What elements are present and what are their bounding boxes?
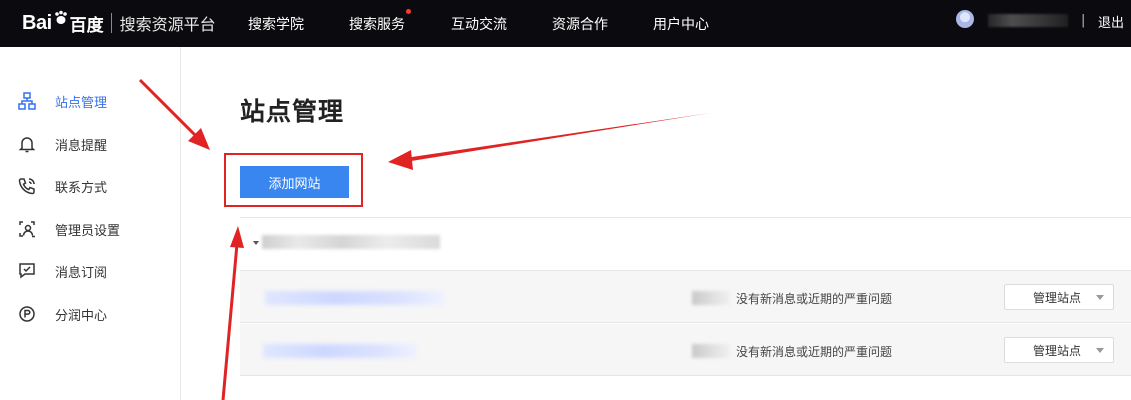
dropdown-label: 管理站点 [1033, 290, 1082, 305]
add-site-button[interactable]: 添加网站 [240, 166, 349, 198]
top-navigation-bar: Bai 百度 搜索资源平台 搜索学院 搜索服务 互动交流 资源合作 用户中心 |… [0, 0, 1131, 47]
site-url-redacted[interactable] [263, 344, 417, 358]
annotation-arrow-3 [221, 243, 239, 400]
logo-divider [110, 13, 112, 33]
sidebar-item-profit-center[interactable]: 分润中心 [16, 303, 107, 325]
site-group-name-redacted [262, 235, 440, 249]
nav-item-label: 搜索服务 [349, 17, 405, 33]
username-redacted[interactable] [988, 14, 1068, 27]
page-title: 站点管理 [240, 97, 345, 126]
sidebar-item-admin-settings[interactable]: 管理员设置 [16, 218, 120, 240]
sidebar-item-site-management[interactable]: 站点管理 [16, 90, 107, 112]
logo-text: Bai [22, 11, 52, 34]
annotation-arrowhead-1 [188, 128, 210, 150]
sidebar-item-notifications[interactable]: 消息提醒 [16, 133, 107, 155]
manage-site-dropdown[interactable]: 管理站点 [1004, 284, 1114, 310]
sidebar-item-label: 消息订阅 [55, 265, 108, 281]
dropdown-label: 管理站点 [1033, 343, 1082, 358]
nav-item-services[interactable]: 搜索服务 [349, 9, 411, 34]
phone-icon [16, 175, 38, 197]
admin-icon [16, 218, 38, 240]
status-icon-redacted [692, 344, 730, 358]
logo-cn-text: 百度 [69, 15, 104, 36]
sidebar-item-label: 分润中心 [55, 308, 108, 324]
bell-icon [16, 133, 38, 155]
status-icon-redacted [692, 291, 730, 305]
paw-icon [53, 10, 69, 30]
sidebar-item-subscriptions[interactable]: 消息订阅 [16, 260, 107, 282]
site-status-text: 没有新消息或近期的严重问题 [736, 292, 893, 306]
nav-item-cooperation[interactable]: 资源合作 [552, 14, 608, 34]
sidebar-item-contact[interactable]: 联系方式 [16, 175, 107, 197]
sitemap-icon [16, 90, 38, 112]
caret-down-icon[interactable] [253, 241, 259, 245]
sidebar-item-label: 消息提醒 [55, 138, 108, 154]
profit-icon [16, 303, 38, 325]
notification-dot [406, 9, 411, 14]
chevron-down-icon [1096, 348, 1104, 353]
nav-item-community[interactable]: 互动交流 [451, 14, 507, 34]
avatar[interactable] [956, 10, 974, 28]
nav-item-academy[interactable]: 搜索学院 [248, 14, 304, 34]
subscribe-icon [16, 260, 38, 282]
site-status-text: 没有新消息或近期的严重问题 [736, 345, 893, 359]
annotation-arrow-2 [405, 113, 710, 162]
baidu-logo[interactable]: Bai 百度 搜索资源平台 [22, 8, 216, 38]
sidebar-item-label: 联系方式 [55, 180, 108, 196]
sidebar-item-label: 站点管理 [55, 95, 108, 111]
sidebar-item-label: 管理员设置 [55, 223, 121, 239]
site-url-redacted[interactable] [265, 291, 444, 305]
manage-site-dropdown[interactable]: 管理站点 [1004, 337, 1114, 363]
annotation-arrowhead-2 [388, 150, 413, 170]
platform-name: 搜索资源平台 [119, 15, 216, 34]
chevron-down-icon [1096, 295, 1104, 300]
logout-link[interactable]: 退出 [1098, 12, 1124, 31]
header-separator: | [1081, 13, 1086, 28]
nav-item-user-center[interactable]: 用户中心 [653, 14, 709, 34]
